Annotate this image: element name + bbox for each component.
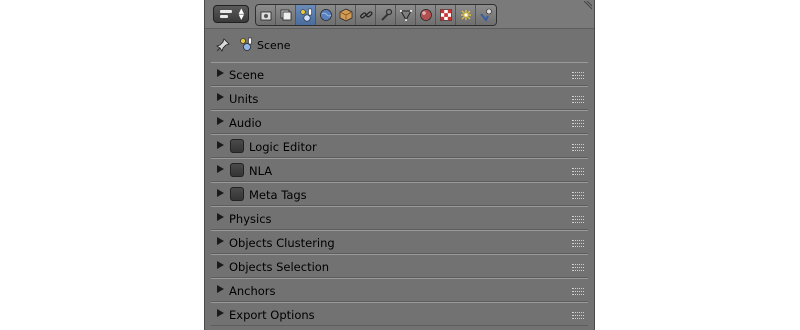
- panel-enable-checkbox[interactable]: [230, 139, 244, 153]
- disclosure-triangle-icon[interactable]: [217, 189, 224, 197]
- disclosure-triangle-icon[interactable]: [217, 69, 224, 77]
- panel-header-anchors[interactable]: Anchors: [211, 278, 588, 302]
- panel-label: Meta Tags: [249, 188, 307, 202]
- panel-label: Units: [229, 92, 259, 106]
- disclosure-triangle-icon[interactable]: [217, 237, 224, 245]
- panel-enable-checkbox[interactable]: [230, 187, 244, 201]
- drag-grip-icon[interactable]: [572, 96, 584, 103]
- world-icon: [319, 9, 332, 21]
- scene-icon: [240, 37, 252, 51]
- drag-grip-icon[interactable]: [572, 240, 584, 247]
- drag-grip-icon[interactable]: [572, 168, 584, 175]
- tab-modifier-wrench[interactable]: [376, 5, 396, 25]
- tab-render[interactable]: [256, 5, 276, 25]
- properties-header: ▲ ▼: [205, 0, 594, 29]
- panel-header-logic-editor[interactable]: Logic Editor: [211, 134, 588, 158]
- disclosure-triangle-icon[interactable]: [217, 261, 224, 269]
- drag-grip-icon[interactable]: [572, 120, 584, 127]
- panel-label: Export Options: [229, 308, 315, 322]
- disclosure-triangle-icon[interactable]: [217, 309, 224, 317]
- context-tabs: [255, 4, 497, 26]
- panel-label: Physics: [229, 212, 272, 226]
- drag-grip-icon[interactable]: [572, 264, 584, 271]
- drag-grip-icon[interactable]: [572, 216, 584, 223]
- modifier-wrench-icon: [380, 8, 392, 21]
- tab-texture[interactable]: [436, 5, 456, 25]
- tab-world[interactable]: [316, 5, 336, 25]
- tab-mesh-data[interactable]: [396, 5, 416, 25]
- panel-header-meta-tags[interactable]: Meta Tags: [211, 182, 588, 206]
- tab-object[interactable]: [336, 5, 356, 25]
- drag-grip-icon[interactable]: [572, 192, 584, 199]
- drag-grip-icon[interactable]: [572, 144, 584, 151]
- panel-enable-checkbox[interactable]: [230, 163, 244, 177]
- panel-header-objects-selection[interactable]: Objects Selection: [211, 254, 588, 278]
- render-layers-icon: [280, 9, 291, 21]
- tab-material[interactable]: [416, 5, 436, 25]
- editor-type-icon: [220, 10, 232, 13]
- tab-particles[interactable]: [456, 5, 476, 25]
- panel-label: NLA: [249, 164, 273, 178]
- panel-header-units[interactable]: Units: [211, 86, 588, 110]
- context-label: Scene: [257, 39, 291, 52]
- panel-label: Anchors: [229, 284, 276, 298]
- updown-arrows-icon: ▲ ▼: [238, 7, 244, 21]
- resize-corner-icon[interactable]: [582, 1, 592, 11]
- constraints-icon: [359, 11, 373, 19]
- drag-grip-icon[interactable]: [572, 72, 584, 79]
- panel-label: Logic Editor: [249, 140, 317, 154]
- tab-physics[interactable]: [476, 5, 496, 25]
- drag-grip-icon[interactable]: [572, 288, 584, 295]
- editor-type-button[interactable]: ▲ ▼: [213, 5, 249, 23]
- panel-label: Objects Clustering: [229, 236, 335, 250]
- mesh-data-icon: [399, 10, 412, 22]
- panel-label: Scene: [229, 68, 265, 82]
- tab-scene[interactable]: [296, 5, 316, 25]
- drag-grip-icon[interactable]: [572, 312, 584, 319]
- tab-render-layers[interactable]: [276, 5, 296, 25]
- tab-constraints[interactable]: [356, 5, 376, 25]
- disclosure-triangle-icon[interactable]: [217, 165, 224, 173]
- panel-header-export-options[interactable]: Export Options: [211, 302, 588, 326]
- object-icon: [339, 8, 352, 22]
- particles-icon: [460, 10, 471, 20]
- disclosure-triangle-icon[interactable]: [217, 285, 224, 293]
- physics-icon: [480, 8, 492, 22]
- editor-type-icon-bar: [220, 15, 228, 18]
- panel-label: Audio: [229, 116, 262, 130]
- context-path: Scene: [205, 30, 594, 62]
- disclosure-triangle-icon[interactable]: [217, 141, 224, 149]
- texture-icon: [439, 9, 452, 21]
- panel-header-nla[interactable]: NLA: [211, 158, 588, 182]
- panel-header-objects-clustering[interactable]: Objects Clustering: [211, 230, 588, 254]
- pin-icon[interactable]: [215, 37, 231, 53]
- panel-header-scene[interactable]: Scene: [211, 62, 588, 86]
- disclosure-triangle-icon[interactable]: [217, 117, 224, 125]
- panel-header-audio[interactable]: Audio: [211, 110, 588, 134]
- disclosure-triangle-icon[interactable]: [217, 93, 224, 101]
- properties-panel: ▲ ▼ Scene Scene Units Audio Logic Editor NLA M…: [204, 0, 595, 330]
- panel-list: Scene Units Audio Logic Editor NLA Meta Tags P…: [211, 62, 588, 326]
- disclosure-triangle-icon[interactable]: [217, 213, 224, 221]
- scene-icon: [299, 8, 312, 22]
- panel-label: Objects Selection: [229, 260, 330, 274]
- panel-header-physics[interactable]: Physics: [211, 206, 588, 230]
- render-icon: [260, 11, 271, 21]
- material-icon: [419, 9, 432, 21]
